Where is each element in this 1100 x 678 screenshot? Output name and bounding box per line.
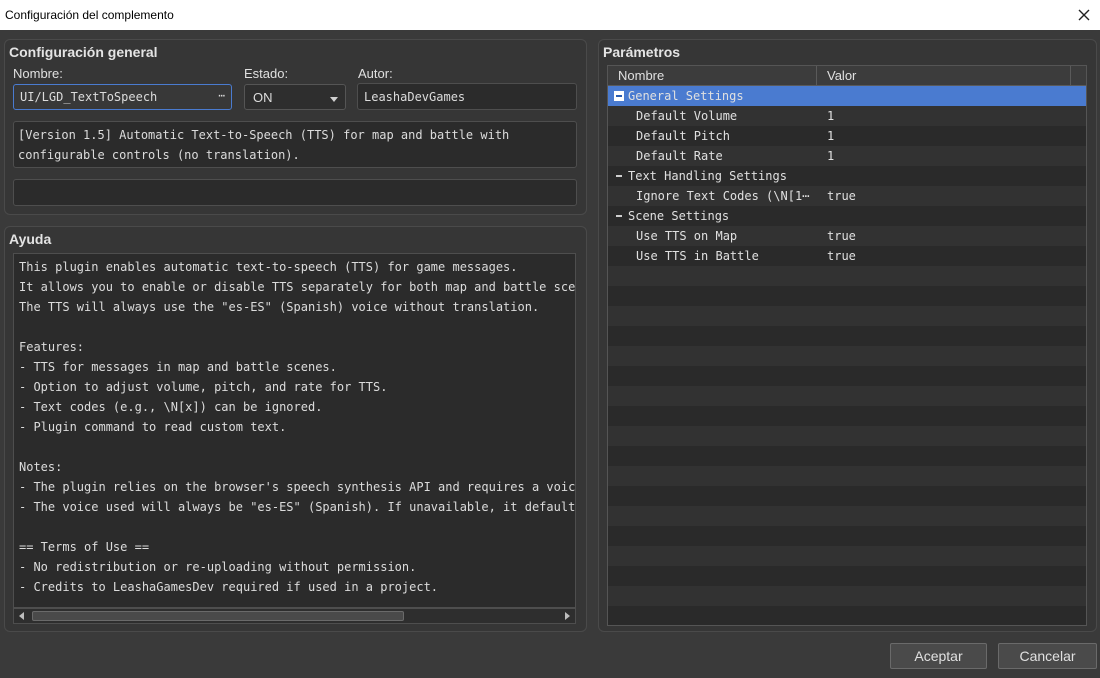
- scroll-right-icon[interactable]: [560, 609, 574, 623]
- empty-row: [608, 506, 1086, 526]
- param-value[interactable]: true: [827, 186, 856, 206]
- status-value: ON: [253, 89, 273, 105]
- param-name: Default Pitch: [636, 129, 730, 143]
- window-title: Configuración del complemento: [5, 8, 174, 22]
- param-value[interactable]: 1: [827, 126, 834, 146]
- help-line: - TTS for messages in map and battle sce…: [19, 360, 337, 374]
- help-text-area[interactable]: This plugin enables automatic text-to-sp…: [13, 253, 576, 608]
- empty-row: [608, 486, 1086, 506]
- column-value-header[interactable]: Valor: [817, 66, 1071, 86]
- help-line: == Terms of Use ==: [19, 540, 150, 554]
- accept-button[interactable]: Aceptar: [890, 643, 987, 669]
- browse-dots-icon[interactable]: ⋯: [218, 89, 225, 102]
- status-select[interactable]: ON: [244, 84, 346, 110]
- empty-row: [608, 606, 1086, 625]
- empty-row: [608, 286, 1086, 306]
- parameters-table: Nombre Valor General Settings Default Vol…: [607, 65, 1087, 626]
- empty-row: [608, 346, 1086, 366]
- empty-row: [608, 586, 1086, 606]
- help-line: - Plugin command to read custom text.: [19, 420, 287, 434]
- plugin-name-field[interactable]: UI/LGD_TextToSpeech ⋯: [13, 84, 232, 110]
- param-group-row[interactable]: Scene Settings: [608, 206, 1086, 226]
- param-row[interactable]: Default Rate 1: [608, 146, 1086, 166]
- empty-row: [608, 306, 1086, 326]
- parameters-table-header: Nombre Valor: [608, 66, 1086, 86]
- param-value[interactable]: true: [827, 226, 856, 246]
- empty-row: [608, 446, 1086, 466]
- help-line: Notes:: [19, 460, 63, 474]
- description-field[interactable]: [Version 1.5] Automatic Text-to-Speech (…: [13, 121, 577, 168]
- extra-field[interactable]: [13, 179, 577, 206]
- window-titlebar: Configuración del complemento: [0, 0, 1100, 30]
- param-name: Default Volume: [636, 109, 738, 123]
- scrollbar-thumb[interactable]: [32, 611, 404, 621]
- empty-row: [608, 326, 1086, 346]
- help-title: Ayuda: [9, 231, 52, 247]
- param-row[interactable]: Default Volume 1: [608, 106, 1086, 126]
- help-horizontal-scrollbar[interactable]: [13, 608, 576, 624]
- param-row[interactable]: Use TTS in Battle true: [608, 246, 1086, 266]
- empty-row: [608, 266, 1086, 286]
- help-line: - Credits to LeashaGamesDev required if …: [19, 580, 439, 594]
- param-row[interactable]: Ignore Text Codes (\N[1⋯ true: [608, 186, 1086, 206]
- param-name: Default Rate: [636, 149, 723, 163]
- cancel-button[interactable]: Cancelar: [998, 643, 1097, 669]
- plugin-name-value: UI/LGD_TextToSpeech: [20, 90, 158, 104]
- parameters-title: Parámetros: [603, 44, 681, 60]
- param-name: Use TTS in Battle: [636, 249, 759, 263]
- empty-row: [608, 546, 1086, 566]
- description-line: configurable controls (no translation).: [18, 148, 300, 162]
- help-line: The TTS will always use the "es-ES" (Spa…: [19, 300, 540, 314]
- empty-row: [608, 366, 1086, 386]
- empty-row: [608, 406, 1086, 426]
- param-name: General Settings: [628, 89, 744, 103]
- help-line: - The plugin relies on the browser's spe…: [19, 480, 576, 494]
- name-label: Nombre:: [13, 66, 63, 81]
- description-line: [Version 1.5] Automatic Text-to-Speech (…: [18, 128, 510, 142]
- help-line: - Option to adjust volume, pitch, and ra…: [19, 380, 388, 394]
- status-label: Estado:: [244, 66, 289, 81]
- param-row[interactable]: Use TTS on Map true: [608, 226, 1086, 246]
- empty-row: [608, 526, 1086, 546]
- param-name: Ignore Text Codes (\N[1⋯: [636, 189, 810, 203]
- param-value[interactable]: 1: [827, 146, 834, 166]
- author-field[interactable]: LeashaDevGames: [357, 83, 577, 110]
- help-line: This plugin enables automatic text-to-sp…: [19, 260, 518, 274]
- scroll-left-icon[interactable]: [15, 609, 29, 623]
- param-group-row[interactable]: General Settings: [608, 86, 1086, 106]
- close-icon[interactable]: [1072, 3, 1096, 27]
- empty-row: [608, 426, 1086, 446]
- param-group-row[interactable]: Text Handling Settings: [608, 166, 1086, 186]
- param-value[interactable]: true: [827, 246, 856, 266]
- help-line: - No redistribution or re-uploading with…: [19, 560, 417, 574]
- param-name: Scene Settings: [628, 209, 730, 223]
- empty-row: [608, 566, 1086, 586]
- param-value[interactable]: 1: [827, 106, 834, 126]
- general-settings-title: Configuración general: [9, 44, 158, 60]
- author-label: Autor:: [358, 66, 393, 81]
- column-name-header[interactable]: Nombre: [608, 66, 817, 86]
- help-line: - The voice used will always be "es-ES" …: [19, 500, 576, 514]
- empty-row: [608, 466, 1086, 486]
- help-line: - Text codes (e.g., \N[x]) can be ignore…: [19, 400, 323, 414]
- chevron-down-icon: [329, 92, 339, 107]
- author-value: LeashaDevGames: [364, 89, 466, 104]
- help-line: Features:: [19, 340, 85, 354]
- collapse-icon[interactable]: [614, 91, 624, 101]
- param-row[interactable]: Default Pitch 1: [608, 126, 1086, 146]
- empty-row: [608, 386, 1086, 406]
- param-name: Text Handling Settings: [628, 169, 787, 183]
- collapse-icon[interactable]: [614, 171, 624, 181]
- collapse-icon[interactable]: [614, 211, 624, 221]
- help-line: It allows you to enable or disable TTS s…: [19, 280, 576, 294]
- param-name: Use TTS on Map: [636, 229, 738, 243]
